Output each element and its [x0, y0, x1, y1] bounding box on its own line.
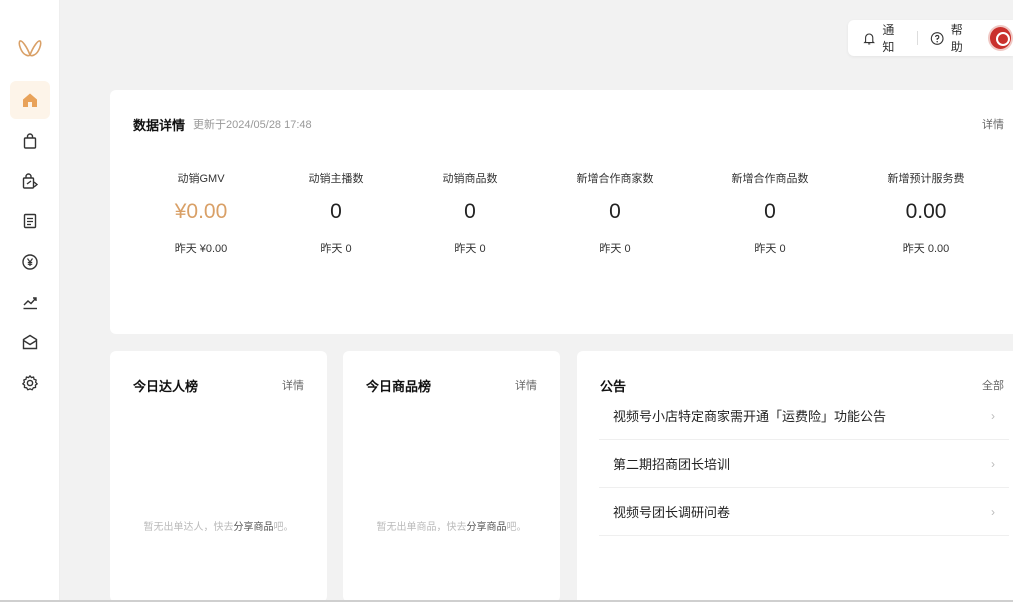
empty-tip-suffix: 吧。	[506, 522, 527, 533]
talent-rank-card: 今日达人榜 详情 暂无出单达人，快去分享商品吧。	[110, 351, 327, 602]
notify-button[interactable]: 通知	[862, 21, 905, 55]
metric-new-products: 新增合作商品数 0 昨天 0	[695, 170, 845, 256]
home-icon	[23, 93, 37, 107]
metric-label: 动销主播数	[308, 173, 364, 185]
stats-card: 数据详情 更新于2024/05/28 17:48 详情 动销GMV ¥0.00 …	[110, 90, 1013, 334]
butterfly-logo-icon[interactable]	[18, 37, 42, 59]
metric-label: 动销商品数	[442, 173, 498, 185]
notice-item[interactable]: 视频号团长调研问卷 ›	[599, 488, 1009, 536]
metric-yesterday: 昨天 0	[599, 243, 631, 255]
help-circle-icon	[931, 31, 944, 45]
sidebar-item-settings[interactable]	[10, 364, 50, 402]
sidebar-item-home[interactable]	[10, 81, 50, 119]
mail-icon	[22, 334, 38, 350]
stats-detail-link[interactable]: 详情	[982, 116, 1004, 132]
notice-item[interactable]: 第二期招商团长培训 ›	[599, 440, 1009, 488]
share-product-link[interactable]: 分享商品	[467, 522, 507, 533]
stats-title: 数据详情	[133, 118, 186, 133]
empty-tip-text: 暂无出单达人，快去	[143, 522, 234, 533]
notice-item-text: 视频号小店特定商家需开通「运费险」功能公告	[613, 409, 887, 424]
product-rank-card: 今日商品榜 详情 暂无出单商品，快去分享商品吧。	[343, 351, 560, 602]
metric-yesterday: 昨天 0	[320, 243, 352, 255]
metric-value: 0	[609, 200, 621, 223]
notice-item-text: 第二期招商团长培训	[613, 457, 731, 472]
notice-item-text: 视频号团长调研问卷	[613, 505, 731, 520]
top-toolbar: 通知 帮助	[848, 20, 1013, 56]
metric-label: 新增预计服务费	[887, 173, 965, 185]
talent-rank-detail-link[interactable]: 详情	[282, 377, 304, 393]
metric-yesterday: 昨天 0	[454, 243, 486, 255]
metric-new-merchants: 新增合作商家数 0 昨天 0	[540, 170, 690, 256]
notice-item[interactable]: 视频号小店特定商家需开通「运费险」功能公告 ›	[599, 392, 1009, 440]
sidebar-item-messages[interactable]	[10, 323, 50, 361]
metric-products: 动销商品数 0 昨天 0	[395, 170, 545, 256]
chevron-right-icon: ›	[991, 504, 995, 519]
metric-label: 新增合作商品数	[731, 173, 809, 185]
talent-rank-empty-tip: 暂无出单达人，快去分享商品吧。	[110, 518, 327, 533]
gear-icon	[22, 375, 38, 391]
bell-icon	[863, 32, 875, 44]
help-label: 帮助	[950, 23, 963, 54]
chevron-right-icon: ›	[991, 408, 995, 423]
metric-yesterday: 昨天 ¥0.00	[174, 243, 228, 255]
divider	[917, 31, 919, 45]
metric-anchors: 动销主播数 0 昨天 0	[261, 170, 411, 256]
metric-service-fee: 新增预计服务费 0.00 昨天 0.00	[851, 170, 1001, 256]
metric-value: 0.00	[905, 200, 947, 223]
product-rank-detail-link[interactable]: 详情	[515, 377, 537, 393]
sidebar-item-orders[interactable]	[10, 122, 50, 160]
sidebar-item-list[interactable]	[10, 202, 50, 240]
sidebar-item-products[interactable]	[10, 162, 50, 200]
metric-label: 动销GMV	[177, 173, 225, 185]
metric-label: 新增合作商家数	[576, 173, 654, 185]
sidebar	[0, 0, 60, 602]
metric-yesterday: 昨天 0.00	[902, 243, 950, 255]
yen-circle-icon	[22, 254, 38, 270]
shopping-bag-icon	[23, 133, 37, 149]
notice-all-link[interactable]: 全部	[982, 377, 1004, 393]
empty-tip-text: 暂无出单商品，快去	[376, 522, 467, 533]
stats-updated-time: 更新于2024/05/28 17:48	[193, 119, 312, 131]
metric-value: 0	[764, 200, 776, 223]
share-product-link[interactable]: 分享商品	[234, 522, 274, 533]
trend-chart-icon	[23, 297, 37, 310]
clipboard-icon	[23, 213, 37, 229]
product-rank-title: 今日商品榜	[366, 379, 432, 394]
product-share-icon	[22, 173, 39, 189]
chevron-right-icon: ›	[991, 456, 995, 471]
notice-card: 公告 全部 视频号小店特定商家需开通「运费险」功能公告 › 第二期招商团长培训 …	[577, 351, 1013, 602]
notify-label: 通知	[882, 23, 895, 54]
product-rank-empty-tip: 暂无出单商品，快去分享商品吧。	[343, 518, 560, 533]
help-button[interactable]: 帮助	[930, 21, 973, 55]
metric-value: 0	[330, 200, 342, 223]
metric-yesterday: 昨天 0	[754, 243, 786, 255]
avatar[interactable]	[987, 25, 1013, 51]
metric-gmv: 动销GMV ¥0.00 昨天 ¥0.00	[126, 170, 276, 256]
empty-tip-suffix: 吧。	[273, 522, 294, 533]
sidebar-item-analytics[interactable]	[10, 283, 50, 321]
metric-value: 0	[464, 200, 476, 223]
talent-rank-title: 今日达人榜	[133, 379, 199, 394]
sidebar-item-finance[interactable]	[10, 243, 50, 281]
metric-value: ¥0.00	[174, 200, 228, 223]
